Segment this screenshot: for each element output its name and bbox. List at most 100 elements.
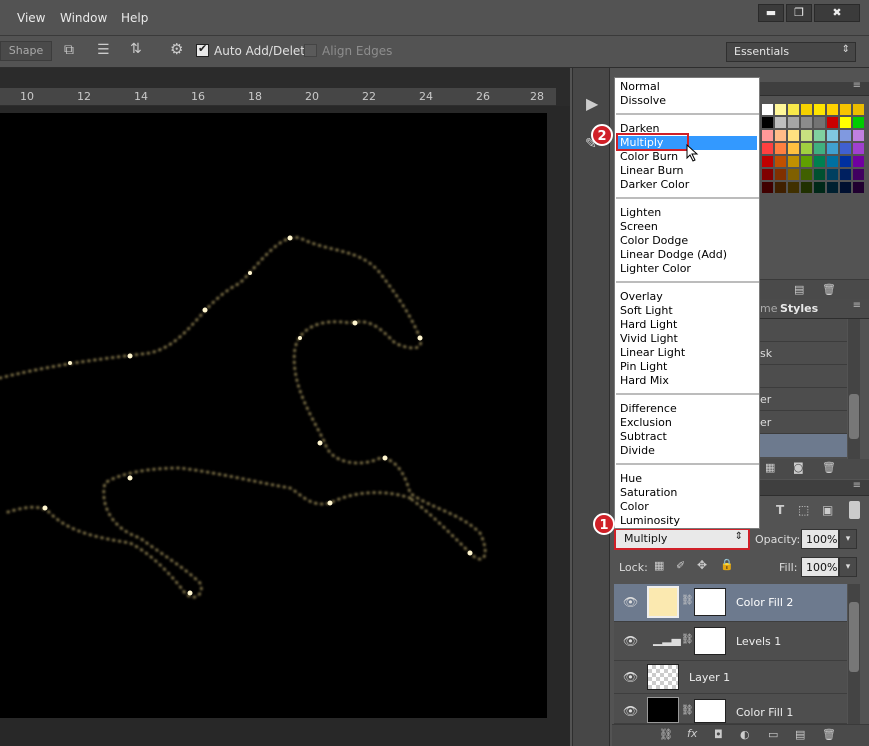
folder-icon[interactable]: ▭ <box>768 728 778 741</box>
color-swatch[interactable] <box>801 143 812 154</box>
new-swatch-icon[interactable]: ▤ <box>794 283 804 296</box>
blend-option-linear-dodge-add[interactable]: Linear Dodge (Add) <box>620 248 760 262</box>
layer-row-layer-1[interactable]: 👁 Layer 1 <box>614 661 847 694</box>
blend-option-divide[interactable]: Divide <box>620 444 760 458</box>
layer-row-color-fill-1[interactable]: 👁 ⛓ Color Fill 1 <box>614 694 847 724</box>
blend-option-lighter-color[interactable]: Lighter Color <box>620 262 760 276</box>
blend-option-overlay[interactable]: Overlay <box>620 290 760 304</box>
panel-menu-icon[interactable]: ≡ <box>853 480 861 491</box>
shape-filter-icon[interactable]: ⬚ <box>798 503 809 517</box>
minimize-button[interactable]: ▬ <box>758 4 784 22</box>
blend-option-color-dodge[interactable]: Color Dodge <box>620 234 760 248</box>
blend-option-pin-light[interactable]: Pin Light <box>620 360 760 374</box>
color-swatch[interactable] <box>840 117 851 128</box>
link-icon[interactable]: ⛓ <box>681 705 694 716</box>
document-canvas[interactable] <box>0 113 547 718</box>
list-item[interactable]: sk <box>760 342 847 365</box>
blend-option-hue[interactable]: Hue <box>620 472 760 486</box>
list-item[interactable] <box>760 365 847 388</box>
blend-option-difference[interactable]: Difference <box>620 402 760 416</box>
color-swatch[interactable] <box>853 169 864 180</box>
adjustment-layer-icon[interactable]: ◐ <box>740 728 750 741</box>
color-swatch[interactable] <box>853 104 864 115</box>
path-operations-icon[interactable]: ⧉ <box>64 42 74 58</box>
layer-row-color-fill-2[interactable]: 👁 ⛓ Color Fill 2 <box>614 584 847 622</box>
color-swatch[interactable] <box>762 104 773 115</box>
lock-all-icon[interactable]: 🔒 <box>720 558 734 571</box>
tab-partial[interactable]: me <box>760 302 777 315</box>
color-swatch[interactable] <box>840 130 851 141</box>
color-swatch[interactable] <box>840 169 851 180</box>
color-swatch[interactable] <box>814 182 825 193</box>
color-swatch[interactable] <box>814 143 825 154</box>
color-swatch[interactable] <box>827 117 838 128</box>
menu-help[interactable]: Help <box>121 11 148 25</box>
color-swatch[interactable] <box>840 143 851 154</box>
add-mask-icon[interactable]: ◘ <box>714 728 723 741</box>
eye-icon[interactable]: 👁 <box>623 670 638 684</box>
eye-icon[interactable]: 👁 <box>623 704 638 718</box>
color-swatch[interactable] <box>762 169 773 180</box>
layer-name[interactable]: Levels 1 <box>736 635 781 648</box>
layer-mask-thumbnail[interactable] <box>694 699 726 723</box>
scrollbar-thumb[interactable] <box>849 394 859 439</box>
trash-icon[interactable]: 🗑 <box>822 283 836 296</box>
path-alignment-icon[interactable]: ☰ <box>97 42 110 58</box>
blend-mode-select[interactable]: Multiply ⇕ <box>614 528 750 550</box>
blend-option-luminosity[interactable]: Luminosity <box>620 514 760 528</box>
align-edges-checkbox[interactable] <box>304 44 317 57</box>
color-swatch[interactable] <box>788 156 799 167</box>
color-swatch[interactable] <box>801 130 812 141</box>
blend-option-darker-color[interactable]: Darker Color <box>620 178 760 192</box>
color-swatch[interactable] <box>801 182 812 193</box>
new-layer-icon[interactable]: ▤ <box>795 728 805 741</box>
color-swatch[interactable] <box>762 143 773 154</box>
eye-icon[interactable]: 👁 <box>623 634 638 648</box>
filter-toggle[interactable] <box>849 501 860 519</box>
color-swatch[interactable] <box>775 156 786 167</box>
layer-name[interactable]: Color Fill 2 <box>736 596 793 609</box>
color-swatch[interactable] <box>853 182 864 193</box>
color-swatch[interactable] <box>814 169 825 180</box>
link-icon[interactable]: ⛓ <box>681 634 694 645</box>
blend-option-exclusion[interactable]: Exclusion <box>620 416 760 430</box>
restore-button[interactable]: ❐ <box>786 4 812 22</box>
color-swatch[interactable] <box>801 117 812 128</box>
opacity-input[interactable]: 100% <box>801 529 839 549</box>
blend-option-normal[interactable]: Normal <box>620 80 760 94</box>
layer-name[interactable]: Layer 1 <box>689 671 730 684</box>
workspace-select[interactable]: Essentials ⇕ <box>726 42 856 62</box>
list-item-selected[interactable] <box>760 434 847 457</box>
color-swatch[interactable] <box>853 156 864 167</box>
lock-move-icon[interactable]: ✥ <box>697 558 707 572</box>
color-swatch[interactable] <box>827 130 838 141</box>
color-swatch[interactable] <box>788 169 799 180</box>
blend-option-vivid-light[interactable]: Vivid Light <box>620 332 760 346</box>
color-swatch[interactable] <box>775 117 786 128</box>
link-icon[interactable]: ⛓ <box>681 595 694 606</box>
color-swatch[interactable] <box>762 182 773 193</box>
blend-option-color[interactable]: Color <box>620 500 760 514</box>
color-swatch[interactable] <box>775 182 786 193</box>
list-item[interactable]: er <box>760 411 847 434</box>
fx-icon[interactable]: fx <box>687 727 697 740</box>
type-filter-icon[interactable]: T <box>776 503 784 517</box>
lock-transparent-icon[interactable]: ▦ <box>654 559 664 572</box>
color-swatch[interactable] <box>788 104 799 115</box>
opacity-dropdown-button[interactable]: ▾ <box>839 529 857 549</box>
blend-option-lighten[interactable]: Lighten <box>620 206 760 220</box>
color-swatch[interactable] <box>775 143 786 154</box>
panel-menu-icon[interactable]: ≡ <box>853 300 861 311</box>
color-swatch[interactable] <box>827 169 838 180</box>
panel-menu-icon[interactable]: ≡ <box>853 80 861 91</box>
color-swatch[interactable] <box>840 104 851 115</box>
blend-option-linear-burn[interactable]: Linear Burn <box>620 164 760 178</box>
camera-icon[interactable]: ◙ <box>793 461 804 474</box>
blend-option-screen[interactable]: Screen <box>620 220 760 234</box>
blend-option-soft-light[interactable]: Soft Light <box>620 304 760 318</box>
color-swatch[interactable] <box>853 143 864 154</box>
link-layers-icon[interactable]: ⛓ <box>659 728 673 741</box>
auto-add-delete-checkbox[interactable]: ✔ <box>196 42 209 57</box>
color-swatch[interactable] <box>840 156 851 167</box>
path-arrangement-icon[interactable]: ⇅ <box>130 41 142 57</box>
